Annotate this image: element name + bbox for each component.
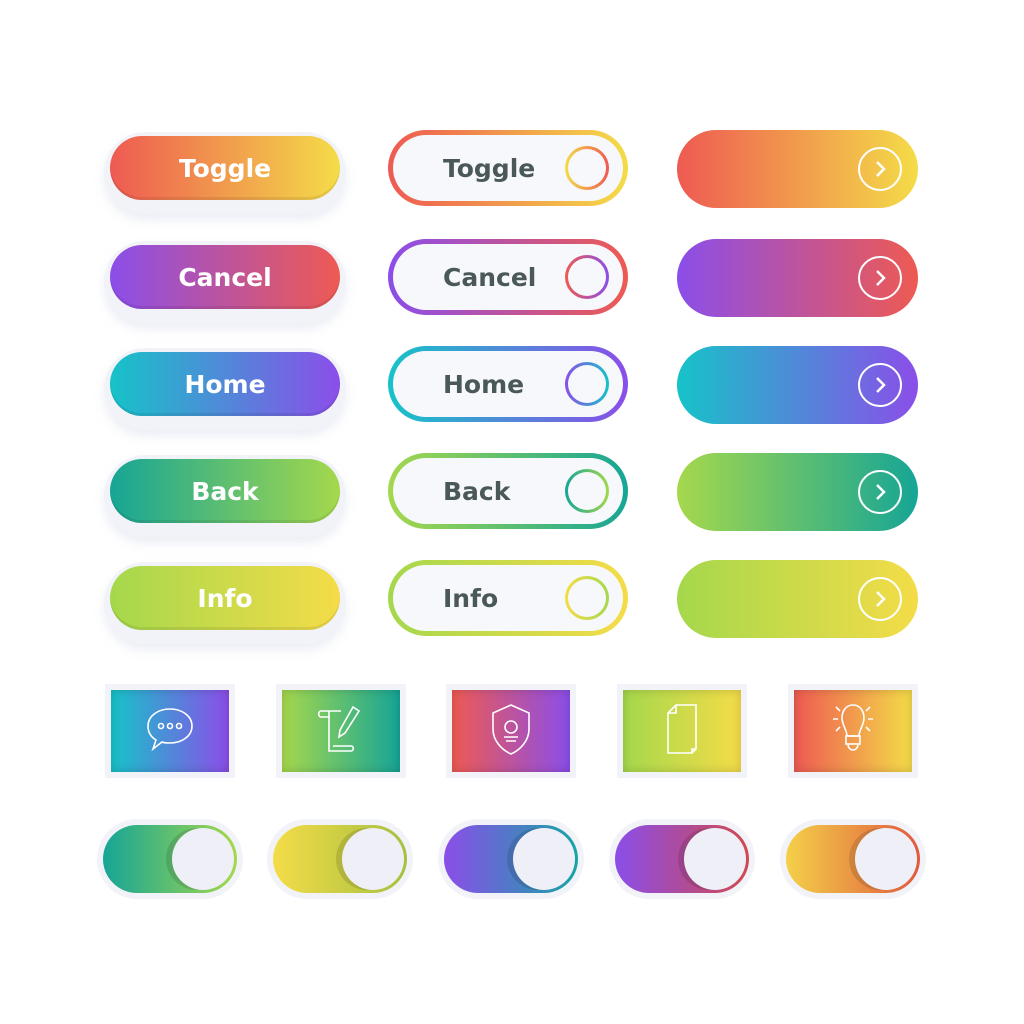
chat-bubble-icon bbox=[142, 704, 198, 758]
cancel-outline-button[interactable]: Cancel bbox=[388, 239, 628, 315]
toggle-knob[interactable] bbox=[855, 828, 917, 890]
toggle-switch[interactable] bbox=[615, 825, 749, 893]
toggle-knob[interactable] bbox=[172, 828, 234, 890]
arrow-button[interactable] bbox=[677, 239, 918, 317]
toggle-switch[interactable] bbox=[444, 825, 578, 893]
circle-icon bbox=[565, 576, 609, 620]
document-icon bbox=[660, 701, 704, 761]
circle-icon bbox=[565, 362, 609, 406]
info-outline-button[interactable]: Info bbox=[388, 560, 628, 636]
circle-fill bbox=[568, 149, 606, 187]
toggle-outline-button[interactable]: Toggle bbox=[388, 130, 628, 206]
circle-fill bbox=[568, 258, 606, 296]
shield-icon bbox=[486, 701, 536, 761]
back-solid-button[interactable]: Back bbox=[110, 459, 340, 523]
arrow-button[interactable] bbox=[677, 346, 918, 424]
info-solid-button[interactable]: Info bbox=[110, 566, 340, 630]
button-label: Home bbox=[184, 369, 266, 399]
toggle-switch[interactable] bbox=[103, 825, 237, 893]
chat-bubble-button[interactable] bbox=[111, 690, 229, 772]
button-label: Back bbox=[443, 476, 511, 506]
button-label: Info bbox=[197, 583, 253, 613]
button-label: Cancel bbox=[178, 262, 272, 292]
toggle-knob[interactable] bbox=[684, 828, 746, 890]
circle-icon bbox=[565, 469, 609, 513]
button-label: Home bbox=[443, 369, 525, 399]
circle-fill bbox=[568, 365, 606, 403]
chevron-right-circle-icon bbox=[858, 147, 902, 191]
button-body: Info bbox=[393, 565, 623, 631]
button-body: Toggle bbox=[393, 135, 623, 201]
circle-fill bbox=[568, 579, 606, 617]
shield-button[interactable] bbox=[452, 690, 570, 772]
button-body: Back bbox=[393, 458, 623, 524]
button-label: Cancel bbox=[443, 262, 537, 292]
button-body: Home bbox=[393, 351, 623, 417]
button-label: Back bbox=[191, 476, 259, 506]
circle-fill bbox=[568, 472, 606, 510]
button-label: Info bbox=[443, 583, 499, 613]
circle-icon bbox=[565, 255, 609, 299]
toggle-knob[interactable] bbox=[513, 828, 575, 890]
document-button[interactable] bbox=[623, 690, 741, 772]
button-label: Toggle bbox=[443, 153, 536, 183]
edit-scroll-icon bbox=[313, 701, 369, 761]
arrow-button[interactable] bbox=[677, 560, 918, 638]
arrow-button[interactable] bbox=[677, 453, 918, 531]
chevron-right-circle-icon bbox=[858, 256, 902, 300]
home-outline-button[interactable]: Home bbox=[388, 346, 628, 422]
button-label: Toggle bbox=[178, 153, 272, 183]
lightbulb-button[interactable] bbox=[794, 690, 912, 772]
toggle-solid-button[interactable]: Toggle bbox=[110, 136, 340, 200]
chevron-right-circle-icon bbox=[858, 470, 902, 514]
home-solid-button[interactable]: Home bbox=[110, 352, 340, 416]
arrow-button[interactable] bbox=[677, 130, 918, 208]
back-outline-button[interactable]: Back bbox=[388, 453, 628, 529]
chevron-right-circle-icon bbox=[858, 363, 902, 407]
edit-scroll-button[interactable] bbox=[282, 690, 400, 772]
chevron-right-circle-icon bbox=[858, 577, 902, 621]
toggle-switch[interactable] bbox=[786, 825, 920, 893]
toggle-switch[interactable] bbox=[273, 825, 407, 893]
lightbulb-icon bbox=[823, 699, 883, 763]
toggle-knob[interactable] bbox=[342, 828, 404, 890]
button-body: Cancel bbox=[393, 244, 623, 310]
cancel-solid-button[interactable]: Cancel bbox=[110, 245, 340, 309]
circle-icon bbox=[565, 146, 609, 190]
